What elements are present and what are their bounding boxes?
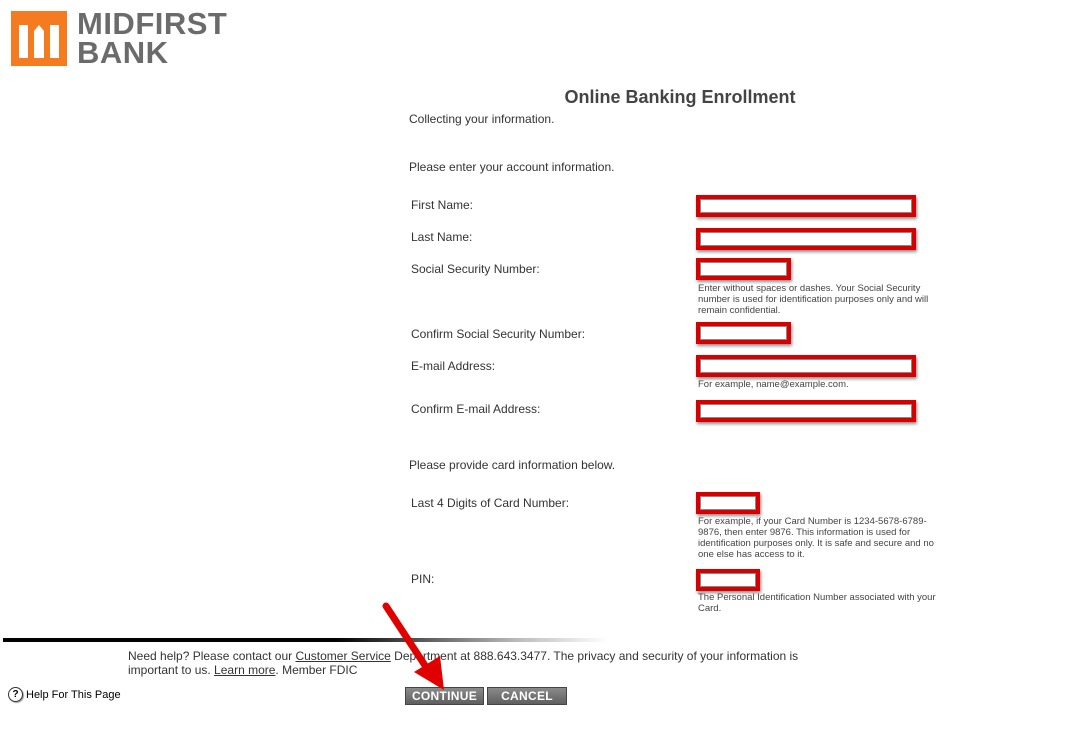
pin-label: PIN: xyxy=(411,572,435,586)
page-title: Online Banking Enrollment xyxy=(564,87,796,107)
footer-help-text: Need help? Please contact our Customer S… xyxy=(128,649,828,677)
ssn-hint: Enter without spaces or dashes. Your Soc… xyxy=(698,283,929,316)
card-last4-input[interactable] xyxy=(700,496,756,510)
last-name-label: Last Name: xyxy=(411,230,473,244)
logo-wordmark: MIDFIRST BANK xyxy=(77,8,227,70)
logo-line-2: BANK xyxy=(77,35,169,70)
midfirst-bank-logo[interactable]: MIDFIRST BANK xyxy=(11,8,227,68)
learn-more-link[interactable]: Learn more xyxy=(214,663,275,677)
red-arrow-icon xyxy=(382,602,444,690)
page-subtitle: Collecting your information. xyxy=(409,112,555,126)
account-info-intro: Please enter your account information. xyxy=(409,160,615,174)
pin-input[interactable] xyxy=(700,573,756,587)
help-for-this-page-link[interactable]: ? Help For This Page xyxy=(8,687,121,702)
last-name-input[interactable] xyxy=(700,232,912,246)
footer-divider xyxy=(3,638,608,642)
footer-help-suffix: . Member FDIC xyxy=(275,663,358,677)
confirm-email-label: Confirm E-mail Address: xyxy=(411,402,541,416)
ssn-input[interactable] xyxy=(700,262,787,276)
confirm-ssn-input[interactable] xyxy=(700,326,787,340)
first-name-field-highlight xyxy=(696,195,916,217)
ssn-label: Social Security Number: xyxy=(411,262,540,276)
continue-button[interactable]: CONTINUE xyxy=(405,687,484,705)
pin-hint: The Personal Identification Number assoc… xyxy=(698,592,936,614)
email-input[interactable] xyxy=(700,359,912,373)
midfirst-logo-mark-icon xyxy=(11,11,67,66)
footer-help-prefix: Need help? Please contact our xyxy=(128,649,296,663)
cancel-button[interactable]: CANCEL xyxy=(487,687,567,705)
ssn-field-highlight xyxy=(696,258,791,280)
card-last4-label: Last 4 Digits of Card Number: xyxy=(411,496,570,510)
card-last4-hint: For example, if your Card Number is 1234… xyxy=(698,516,934,560)
confirm-email-field-highlight xyxy=(696,400,916,422)
card-last4-field-highlight xyxy=(696,492,760,514)
last-name-field-highlight xyxy=(696,228,916,250)
email-label: E-mail Address: xyxy=(411,359,496,373)
confirm-email-input[interactable] xyxy=(700,404,912,418)
pin-field-highlight xyxy=(696,569,760,591)
email-hint: For example, name@example.com. xyxy=(698,379,849,390)
email-field-highlight xyxy=(696,355,916,377)
confirm-ssn-label: Confirm Social Security Number: xyxy=(411,327,586,341)
card-info-intro: Please provide card information below. xyxy=(409,458,616,472)
help-for-this-page-label: Help For This Page xyxy=(26,688,121,701)
confirm-ssn-field-highlight xyxy=(696,322,791,344)
first-name-label: First Name: xyxy=(411,198,474,212)
question-circle-icon: ? xyxy=(8,687,23,702)
customer-service-link[interactable]: Customer Service xyxy=(295,649,390,663)
first-name-input[interactable] xyxy=(700,199,912,213)
